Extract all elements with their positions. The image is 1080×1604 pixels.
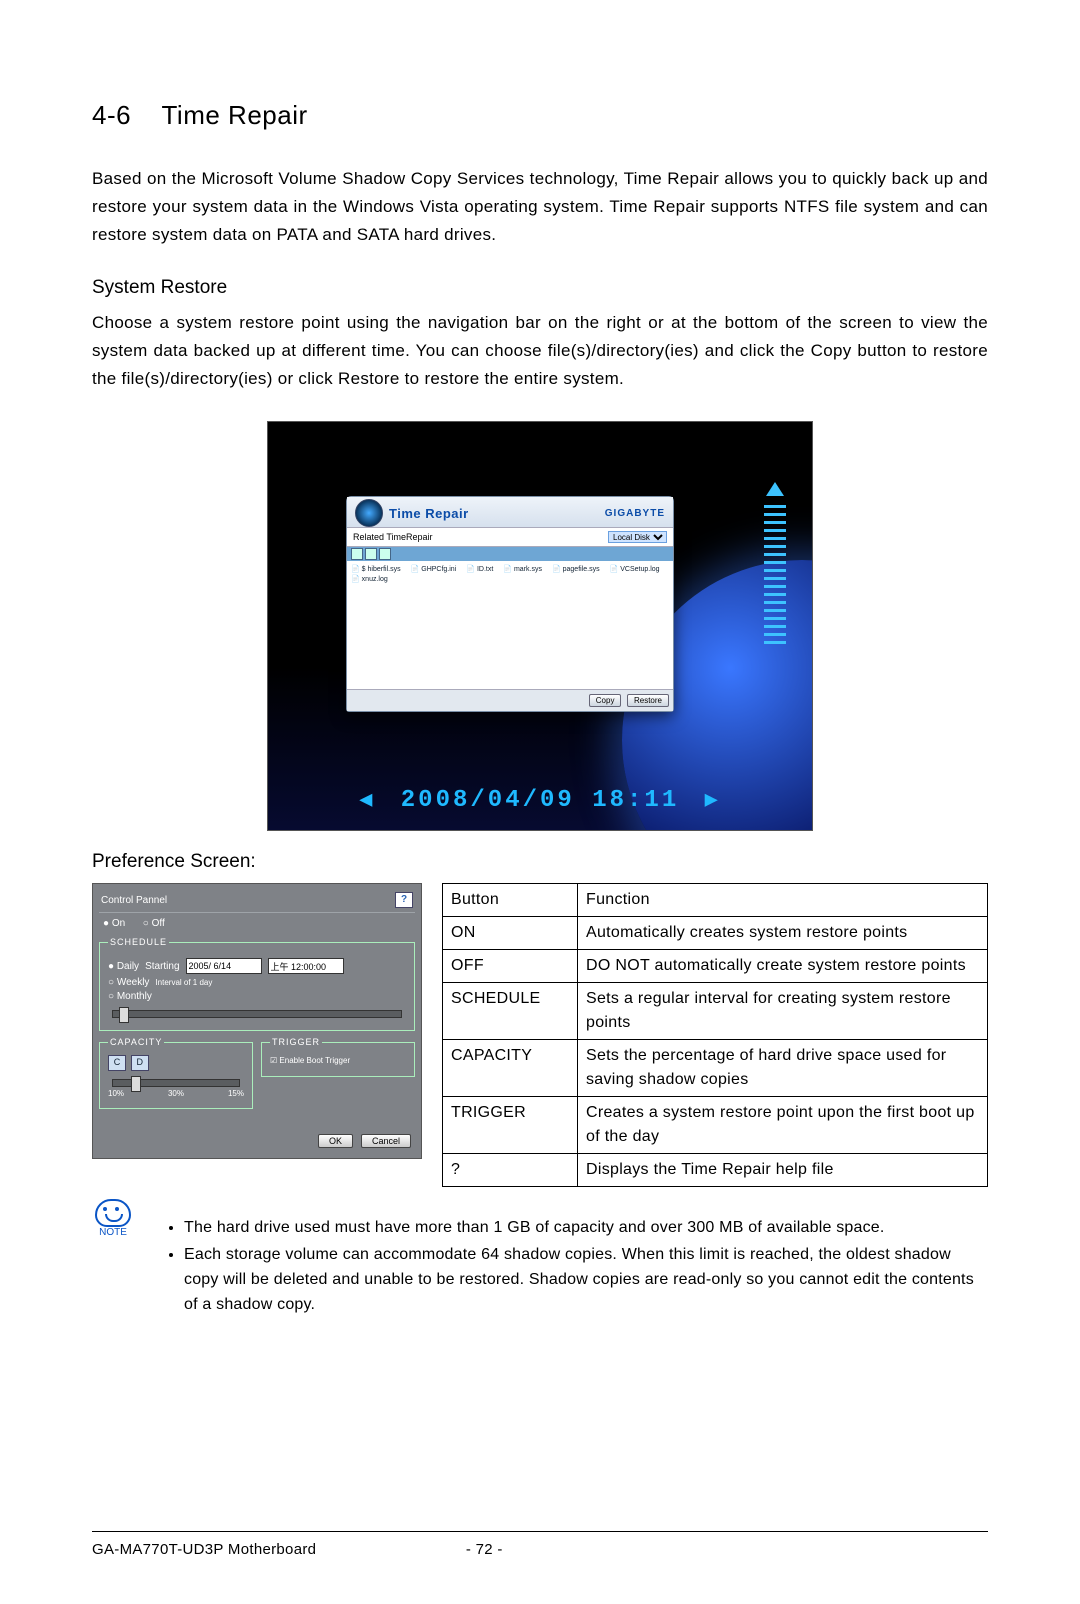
timeline-bottom-nav[interactable]: ◀ 2008/04/09 18:11 ▶ <box>268 787 812 814</box>
drive-select[interactable]: Local Disk <box>608 531 667 543</box>
drive-c-button[interactable]: C <box>108 1055 126 1071</box>
capacity-legend: CAPACITY <box>108 1037 164 1047</box>
footer-model: GA-MA770T-UD3P Motherboard <box>92 1541 316 1558</box>
note-icon: NOTE <box>92 1199 134 1238</box>
list-item: The hard drive used must have more than … <box>184 1215 988 1240</box>
control-panel-label: Control Pannel <box>101 895 167 906</box>
file-item[interactable]: ID.txt <box>466 565 493 573</box>
system-restore-heading: System Restore <box>92 277 988 299</box>
copy-keyword: Copy <box>811 341 852 360</box>
pct-value: 15% <box>228 1089 244 1098</box>
file-item[interactable]: $ hiberfil.sys <box>351 565 401 573</box>
page-number: - 72 - <box>316 1541 652 1558</box>
toolbar-icon[interactable] <box>365 548 377 560</box>
time-repair-screenshot: Time Repair GIGABYTE Related TimeRepair … <box>267 421 813 831</box>
table-row: ?Displays the Time Repair help file <box>443 1154 988 1187</box>
copy-button[interactable]: Copy <box>589 694 622 707</box>
trigger-fieldset: TRIGGER ☑ Enable Boot Trigger <box>261 1037 415 1077</box>
section-title: 4-6 Time Repair <box>92 100 988 131</box>
table-row: TRIGGERCreates a system restore point up… <box>443 1097 988 1154</box>
table-row: Button Function <box>443 884 988 917</box>
off-radio[interactable]: ○ Off <box>143 918 165 929</box>
daily-radio[interactable]: ● Daily <box>108 961 139 972</box>
preference-dialog: Control Pannel ? ● On ○ Off SCHEDULE ● D… <box>92 883 422 1159</box>
capacity-fieldset: CAPACITY C D 10% 30% 15% <box>99 1037 253 1109</box>
pct-max: 30% <box>168 1089 184 1098</box>
file-item[interactable]: pagefile.sys <box>552 565 600 573</box>
time-repair-window: Time Repair GIGABYTE Related TimeRepair … <box>346 496 674 712</box>
starting-label: Starting <box>145 961 179 972</box>
file-item[interactable]: GHPCfg.ini <box>411 565 457 573</box>
weekly-radio[interactable]: ○ Weekly <box>108 977 149 988</box>
restore-keyword: Restore <box>338 369 400 388</box>
note-label: NOTE <box>92 1227 134 1238</box>
boot-trigger-checkbox[interactable]: ☑ Enable Boot Trigger <box>270 1056 350 1065</box>
table-row: ONAutomatically creates system restore p… <box>443 917 988 950</box>
ok-button[interactable]: OK <box>318 1134 353 1148</box>
sr-text-c: to restore the entire system. <box>400 369 624 388</box>
nav-prev-icon[interactable]: ◀ <box>351 788 383 813</box>
footer-divider <box>92 1531 988 1532</box>
monthly-radio[interactable]: ○ Monthly <box>108 991 152 1002</box>
list-item: Each storage volume can accommodate 64 s… <box>184 1242 988 1317</box>
timeline-vertical-nav[interactable] <box>764 482 786 722</box>
preference-heading: Preference Screen: <box>92 851 988 873</box>
file-item[interactable]: VCSetup.log <box>610 565 660 573</box>
capacity-slider[interactable] <box>112 1079 240 1087</box>
page-footer: GA-MA770T-UD3P Motherboard - 72 - <box>92 1541 988 1558</box>
file-item[interactable]: xnuz.log <box>351 575 388 583</box>
help-button[interactable]: ? <box>395 892 413 908</box>
function-table: Button Function ONAutomatically creates … <box>442 883 988 1187</box>
schedule-slider[interactable] <box>112 1010 402 1018</box>
nav-up-icon[interactable] <box>766 482 784 496</box>
schedule-legend: SCHEDULE <box>108 937 169 947</box>
note-block: NOTE The hard drive used must have more … <box>92 1199 988 1335</box>
toolbar-icon[interactable] <box>379 548 391 560</box>
file-item[interactable]: mark.sys <box>503 565 542 573</box>
timeline-datetime: 2008/04/09 18:11 <box>401 787 679 814</box>
on-radio[interactable]: ● On <box>103 918 125 929</box>
drive-d-button[interactable]: D <box>131 1055 149 1071</box>
date-field[interactable] <box>186 958 262 974</box>
table-row: CAPACITYSets the percentage of hard driv… <box>443 1040 988 1097</box>
trigger-legend: TRIGGER <box>270 1037 322 1047</box>
breadcrumb: Related TimeRepair <box>353 532 433 542</box>
note-list: The hard drive used must have more than … <box>144 1215 988 1319</box>
th-button: Button <box>443 884 578 917</box>
th-function: Function <box>578 884 988 917</box>
table-row: OFFDO NOT automatically create system re… <box>443 950 988 983</box>
pct-min: 10% <box>108 1089 124 1098</box>
file-toolbar[interactable] <box>347 547 673 561</box>
table-row: SCHEDULESets a regular interval for crea… <box>443 983 988 1040</box>
nav-next-icon[interactable]: ▶ <box>697 788 729 813</box>
brand-label: GIGABYTE <box>605 508 665 519</box>
app-logo-icon <box>355 499 383 527</box>
app-title: Time Repair <box>389 506 599 521</box>
toolbar-icon[interactable] <box>351 548 363 560</box>
intro-paragraph: Based on the Microsoft Volume Shadow Cop… <box>92 165 988 249</box>
time-field[interactable] <box>268 958 344 974</box>
interval-label: Interval of 1 day <box>155 978 212 987</box>
system-restore-paragraph: Choose a system restore point using the … <box>92 309 988 393</box>
section-number: 4-6 <box>92 100 131 130</box>
drive-buttons[interactable]: C D <box>108 1055 244 1071</box>
schedule-fieldset: SCHEDULE ● Daily Starting ○ Weekly Inter… <box>99 937 415 1031</box>
section-name: Time Repair <box>162 100 308 130</box>
file-list-pane[interactable]: $ hiberfil.sys GHPCfg.ini ID.txt mark.sy… <box>347 561 673 689</box>
restore-button[interactable]: Restore <box>627 694 669 707</box>
cancel-button[interactable]: Cancel <box>361 1134 411 1148</box>
